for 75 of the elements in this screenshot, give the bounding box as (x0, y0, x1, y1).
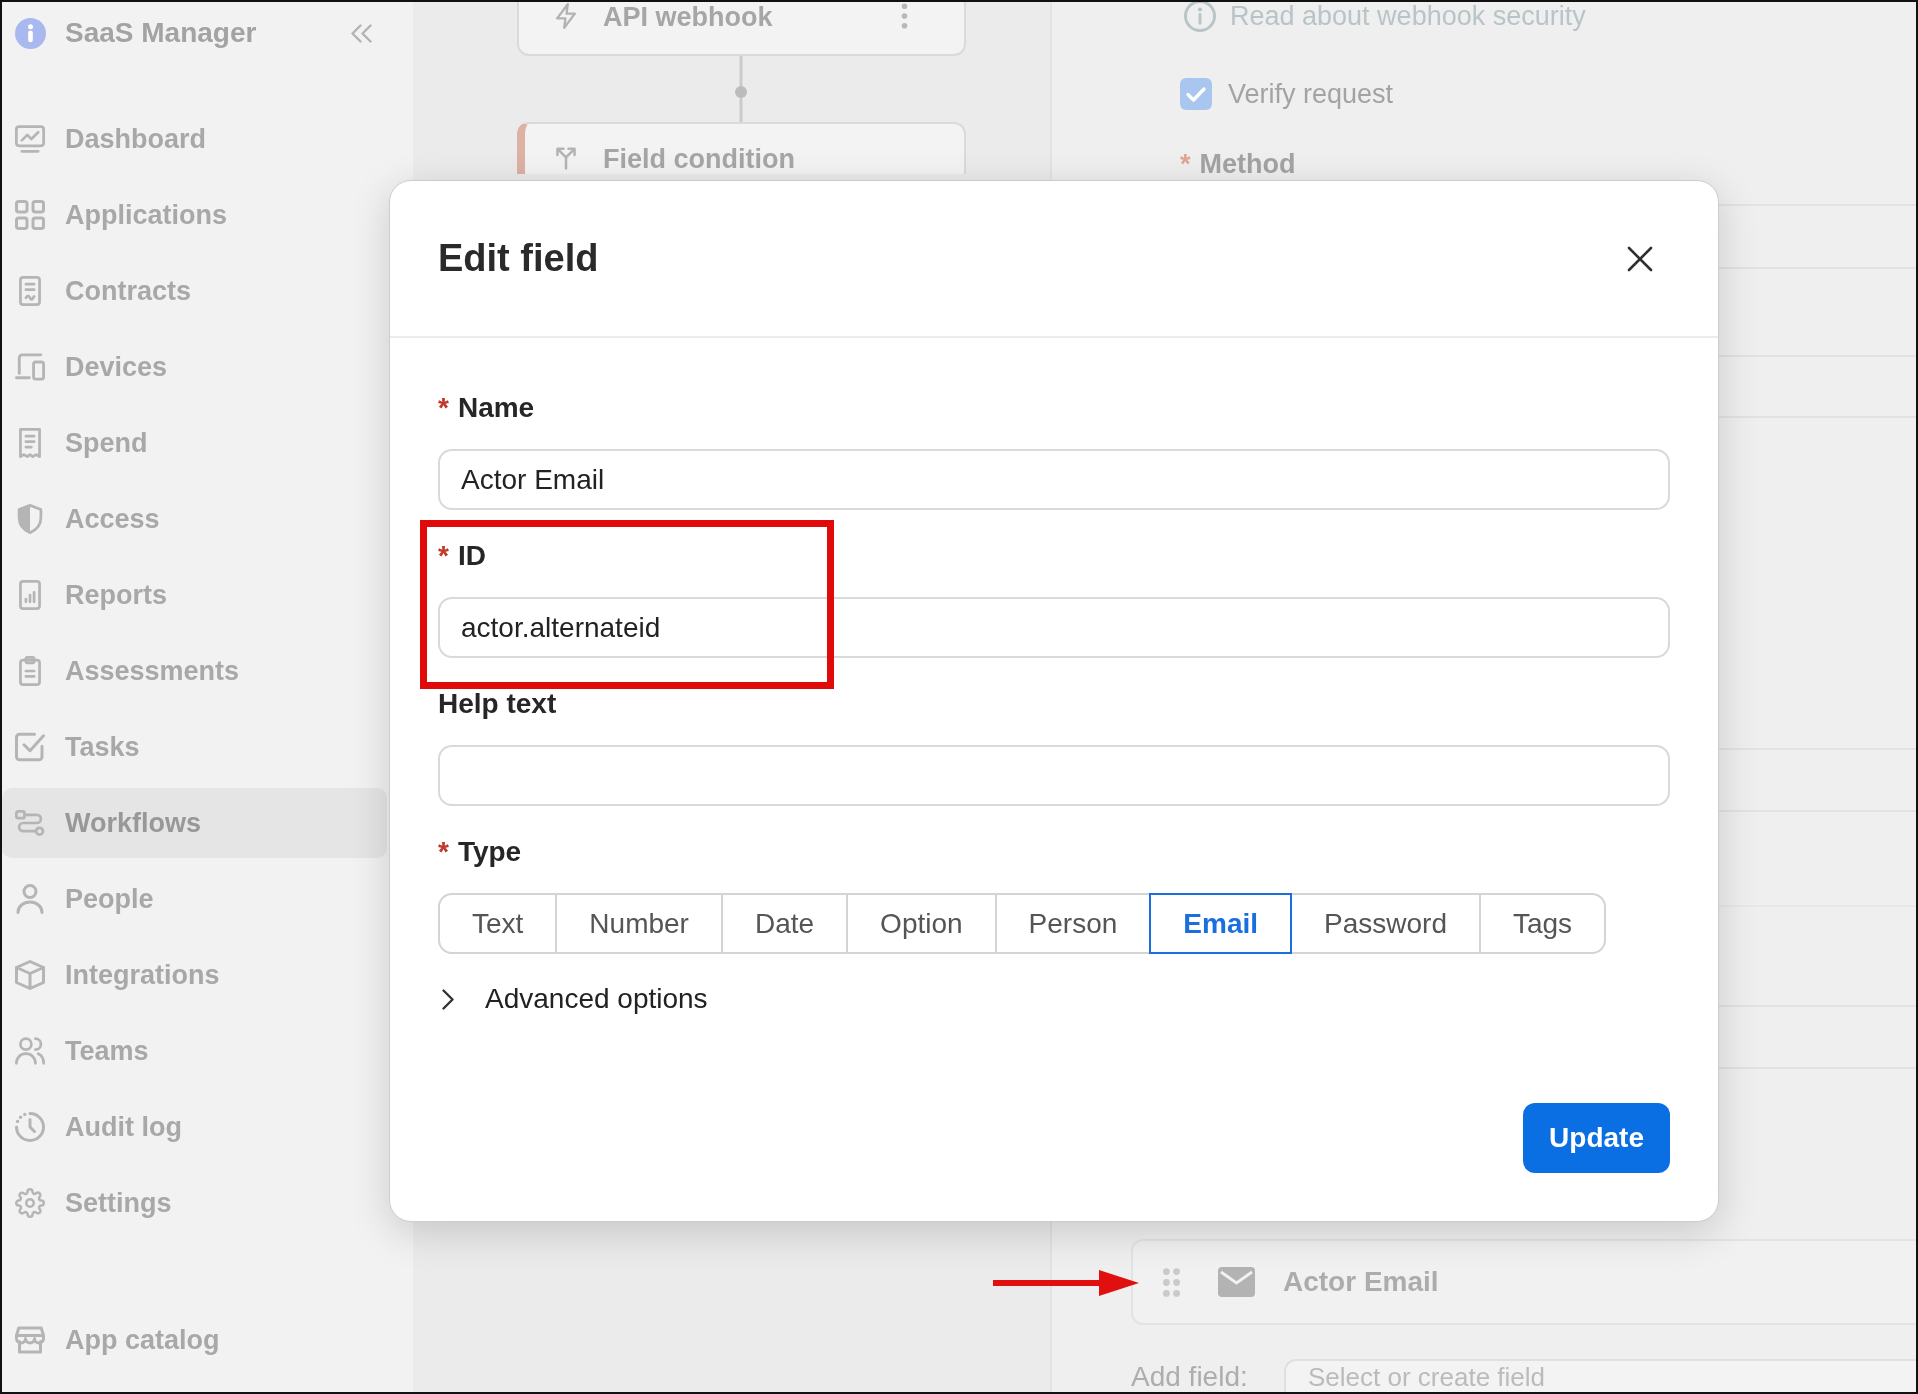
select-field[interactable]: Select or create field (1284, 1359, 1916, 1392)
text-input[interactable]: actor.alternateid (438, 597, 1670, 658)
type-tab[interactable]: Option (846, 893, 997, 954)
add-field-label: Add field: (1131, 1362, 1249, 1392)
storefront-icon (15, 1325, 45, 1355)
field-label: Name (457, 392, 535, 424)
sidebar-item[interactable]: Settings (2, 1168, 387, 1238)
type-tab[interactable]: Email (1149, 893, 1293, 954)
package-icon (15, 960, 45, 990)
dialog-title: Edit field (438, 237, 599, 280)
node-title: API webhook (603, 3, 773, 31)
field-label: Help text (438, 688, 557, 720)
sidebar-item[interactable]: Audit log (2, 1092, 387, 1162)
close-icon (1627, 245, 1653, 272)
node-title: Field condition (603, 145, 795, 173)
text-input[interactable] (438, 745, 1670, 806)
info-icon (1184, 2, 1216, 32)
required-mark: * (438, 836, 449, 868)
sidebar-item[interactable]: Reports (2, 560, 387, 630)
type-tab[interactable]: Tags (1478, 893, 1607, 954)
advanced-options-toggle[interactable]: Advanced options (438, 982, 708, 1016)
sidebar-item[interactable]: Contracts (2, 256, 387, 326)
sidebar-item[interactable]: Spend (2, 408, 387, 478)
workflow-node[interactable]: Field condition (517, 122, 966, 174)
sidebar-item[interactable]: Access (2, 484, 387, 554)
double-chevron-left-icon (351, 23, 372, 43)
type-tab[interactable]: Number (555, 893, 723, 954)
sidebar-item[interactable]: People (2, 864, 387, 934)
drag-handle-icon[interactable] (1163, 1267, 1180, 1297)
checkbox-label: Verify request (1228, 78, 1394, 110)
sidebar-item[interactable]: Tasks (2, 712, 387, 782)
devices-icon (15, 352, 45, 382)
sidebar-item[interactable]: Assessments (2, 636, 387, 706)
sidebar-item[interactable]: Dashboard (2, 104, 387, 174)
envelope-icon (1218, 1267, 1255, 1297)
person-icon (15, 884, 45, 914)
split-arrows-icon (555, 145, 577, 171)
collapse-sidebar-button[interactable] (351, 23, 372, 43)
field-label: ID (457, 540, 486, 572)
clock-icon (15, 1112, 45, 1142)
text-input[interactable]: Actor Email (438, 449, 1670, 510)
gear-icon (15, 1188, 45, 1218)
checkbox-icon (15, 732, 45, 762)
vertical-dots-icon[interactable] (901, 3, 908, 29)
sidebar-item[interactable]: Teams (2, 1016, 387, 1086)
sidebar-item[interactable]: Applications (2, 180, 387, 250)
lightning-icon (555, 3, 577, 29)
sidebar-item[interactable]: Workflows (2, 788, 387, 858)
workflow-node[interactable]: API webhook (517, 2, 966, 56)
sidebar-item[interactable]: Integrations (2, 940, 387, 1010)
sidebar-item[interactable]: App catalog (2, 1305, 387, 1375)
type-tab[interactable]: Person (994, 893, 1152, 954)
field-label: Type (457, 836, 522, 868)
field-row[interactable]: Actor Email (1131, 1239, 1916, 1325)
field-label: Method (1199, 148, 1296, 180)
primary-button[interactable]: Update (1523, 1103, 1670, 1173)
grid-icon (15, 200, 45, 230)
app-title: SaaS Manager (65, 17, 258, 49)
monitor-chart-icon (15, 124, 45, 154)
sidebar-item[interactable]: Devices (2, 332, 387, 402)
required-mark: * (438, 540, 449, 572)
people-icon (15, 1036, 45, 1066)
workflow-icon (15, 808, 45, 838)
connector (734, 56, 748, 122)
required-mark: * (438, 392, 449, 424)
type-tab[interactable]: Text (438, 893, 558, 954)
type-tab[interactable]: Password (1290, 893, 1481, 954)
type-tab[interactable]: Date (720, 893, 849, 954)
chevron-right-icon (442, 988, 454, 1010)
logo-icon (15, 17, 46, 49)
checkbox[interactable] (1180, 78, 1212, 110)
shield-icon (15, 504, 45, 534)
field-name: Actor Email (1283, 1266, 1439, 1298)
required-mark: * (1180, 148, 1191, 180)
close-button[interactable] (1627, 245, 1653, 272)
